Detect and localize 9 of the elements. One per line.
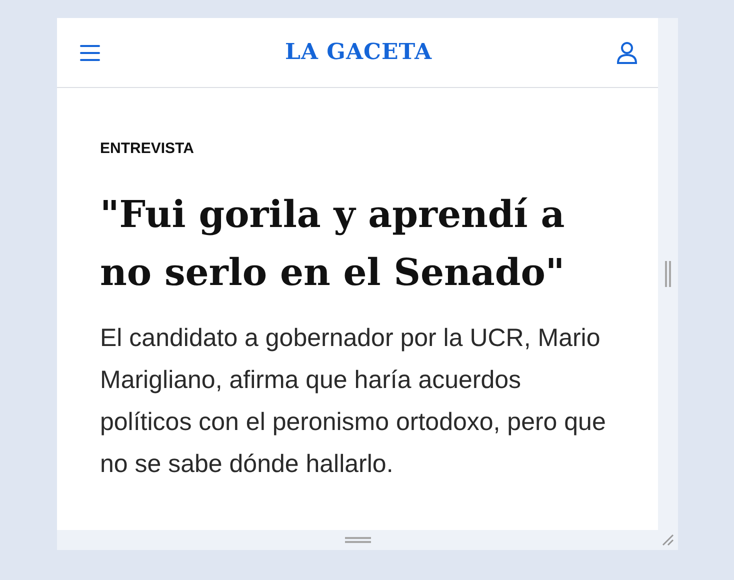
resize-grip-icon[interactable]	[662, 534, 674, 546]
user-icon[interactable]	[616, 40, 638, 64]
section-label: ENTREVISTA	[100, 139, 195, 159]
headline: "Fui gorila y aprendí a no serlo en el Senado"	[100, 190, 566, 296]
horizontal-resize-handle[interactable]	[344, 537, 370, 543]
menu-icon[interactable]	[79, 44, 101, 62]
lede-paragraph: El candidato a gobernador por la UCR, Mario Marigliano, afirma que haría acuerdos políticos con el peronismo ortodoxo, pero que no se sabe dónde hallarlo.	[100, 322, 607, 480]
logo[interactable]: LA GACETA	[284, 36, 432, 69]
vertical-resize-handle[interactable]	[665, 261, 671, 287]
